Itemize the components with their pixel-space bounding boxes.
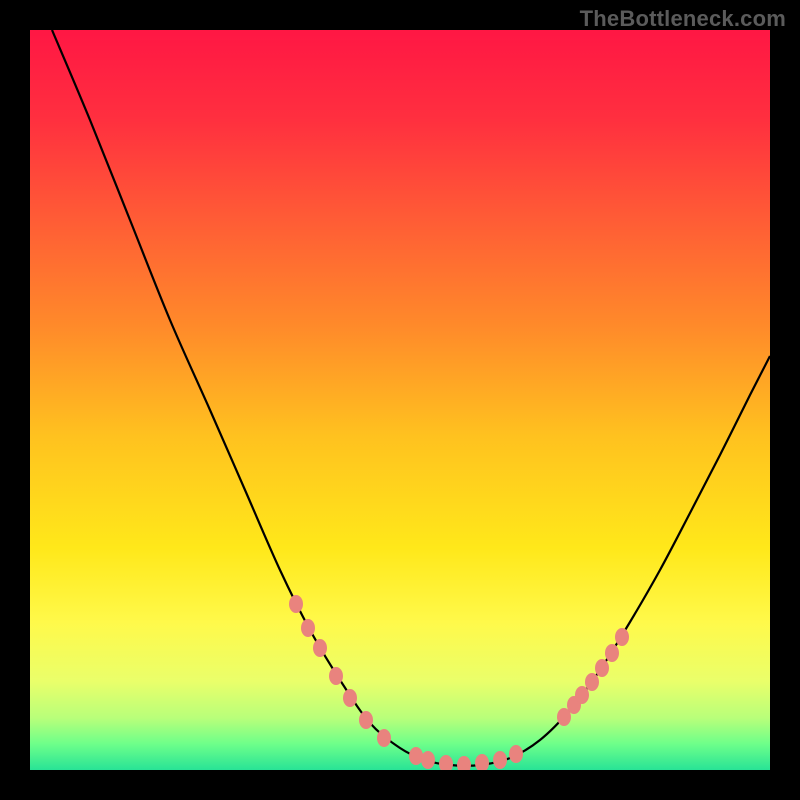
highlight-marker	[595, 659, 609, 677]
highlight-marker	[289, 595, 303, 613]
watermark-text: TheBottleneck.com	[580, 6, 786, 32]
highlight-marker	[301, 619, 315, 637]
highlight-marker	[493, 751, 507, 769]
highlight-marker	[409, 747, 423, 765]
highlight-marker	[313, 639, 327, 657]
highlight-marker	[359, 711, 373, 729]
gradient-background	[30, 30, 770, 770]
highlight-marker	[615, 628, 629, 646]
outer-frame: TheBottleneck.com	[0, 0, 800, 800]
highlight-marker	[343, 689, 357, 707]
highlight-marker	[377, 729, 391, 747]
highlight-marker	[585, 673, 599, 691]
highlight-marker	[509, 745, 523, 763]
highlight-marker	[421, 751, 435, 769]
chart-svg	[30, 30, 770, 770]
highlight-marker	[575, 686, 589, 704]
plot-area	[30, 30, 770, 770]
highlight-marker	[329, 667, 343, 685]
highlight-marker	[605, 644, 619, 662]
